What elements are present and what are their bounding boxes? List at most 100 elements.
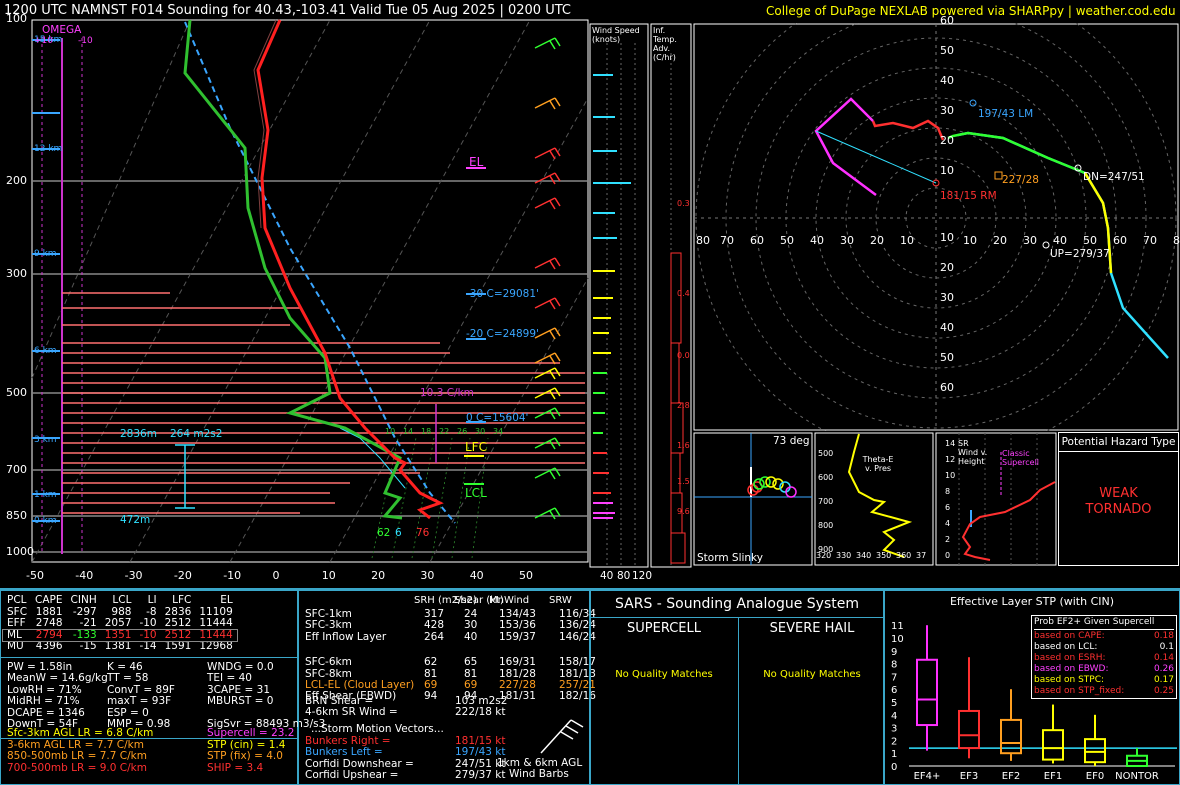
motion-title: ...Storm Motion Vectors... xyxy=(311,723,444,735)
stp-box-ef3: EF3 xyxy=(958,657,980,782)
stp-category: EF0 xyxy=(1086,771,1104,782)
pressure-tick: 300 xyxy=(6,267,27,280)
parcel-row[interactable]: MU 4396 -15 1381 -14 1591 12968 xyxy=(3,640,237,653)
adv-val-1: 0.4 xyxy=(677,289,690,298)
theta-y-tick: 800 xyxy=(818,521,834,530)
theta-title: Theta-E v. Pres xyxy=(862,455,894,473)
temp-tick: 50 xyxy=(519,569,533,582)
hodo-ring-label-top: 30 xyxy=(940,104,954,117)
theta-x-tick: 330 xyxy=(836,551,852,560)
ws-tick-40: 40 xyxy=(600,570,614,582)
skewt-panel xyxy=(31,19,589,563)
ws-tick-120: 120 xyxy=(632,570,653,582)
hodo-ring-label-top: 10 xyxy=(940,164,954,177)
kin-cell: SFC-6km xyxy=(305,656,352,669)
stp-legend-key: based on STPC: xyxy=(1034,675,1105,685)
hodo-x-tick: 50 xyxy=(1083,234,1097,247)
kin-cell: SFC-3km xyxy=(305,619,352,632)
stp-legend-key: based on STP_fixed: xyxy=(1034,686,1125,696)
bottom-panel: PCL CAPE CINH LCL LI LFC EL SFC 1881 -297 988 -8 28… xyxy=(0,588,1180,785)
sounding-title: 1200 UTC NAMNST F014 Sounding for 40.43,… xyxy=(4,3,571,18)
sars-hail: SEVERE HAIL xyxy=(769,621,855,636)
stp-legend-row: based on CAPE: 0.18 xyxy=(1034,631,1174,642)
parcel-cell: 1381 xyxy=(104,640,132,652)
kin-cell: LCL-EL (Cloud Layer) xyxy=(305,678,415,691)
motion-label: Corfidi Upshear = xyxy=(305,768,399,781)
kin-cell: 169/31 xyxy=(499,656,536,669)
adv-val-6: 9.6 xyxy=(677,507,690,516)
pressure-tick: 850 xyxy=(6,509,27,522)
stp-category: EF1 xyxy=(1044,771,1062,782)
stp-legend-row: based on STPC: 0.17 xyxy=(1034,675,1174,686)
srwind-y-tick: 6 xyxy=(945,503,951,512)
motion-value: 279/37 kt xyxy=(455,768,506,781)
pressure-tick: 500 xyxy=(6,386,27,399)
theta-x-tick: 360 xyxy=(896,551,912,560)
motion-label: Bunkers Right = xyxy=(305,735,391,747)
hodo-ring-label-bottom: 50 xyxy=(940,351,954,364)
stp-legend-val: 0.1 xyxy=(1159,642,1174,652)
index-value: PW = 1.58in xyxy=(7,660,73,673)
hodo-ring-label-bottom: 30 xyxy=(940,291,954,304)
parcel-header: PCL xyxy=(7,594,27,606)
hodo-ring-label-top: 50 xyxy=(940,44,954,57)
stp-category: NONTOR xyxy=(1115,771,1159,782)
el-label: EL xyxy=(469,155,484,169)
parcel-cell: 12968 xyxy=(199,640,233,652)
hodo-x-tick: 70 xyxy=(1143,234,1157,247)
stp-legend-row: based on LCL: 0.1 xyxy=(1034,642,1174,653)
kin-cell: 317 xyxy=(424,608,445,620)
parcel-header: LCL xyxy=(112,594,132,606)
sfc-depth-label: 472m xyxy=(120,514,151,526)
srwind-classic: Classic Supercell xyxy=(1002,449,1040,467)
index-value: TEI = 40 xyxy=(207,672,252,684)
hodo-x-tick: 60 xyxy=(1113,234,1127,247)
omega-max: +10 xyxy=(34,36,53,46)
hodo-ring-label-bottom: 60 xyxy=(940,381,954,394)
kinematics-box: SRH (m2/s2) Shear (kt) MnWind SRW SFC-1km 317… xyxy=(298,590,596,785)
hodo-lm: 197/43 LM xyxy=(978,108,1034,120)
parcel-header: CINH xyxy=(70,594,97,606)
adv-val-2: 0.0 xyxy=(677,351,690,360)
stp-box: Effective Layer STP (with CIN) 11 10 9 8 7 6 5… xyxy=(884,590,1180,785)
parcel-row[interactable]: EFF 2748 -21 2057 -10 2512 11444 xyxy=(3,617,237,630)
index-value: 3CAPE = 31 xyxy=(207,683,270,696)
lapse-label: 10.3 C/km xyxy=(420,387,474,399)
parcel-cell: EFF xyxy=(7,617,26,629)
parcel-table: PCL CAPE CINH LCL LI LFC EL SFC 1881 -297 988 -8 28… xyxy=(2,594,238,653)
kin-cell: 81 xyxy=(424,667,438,680)
parcel-cell: 2057 xyxy=(104,617,132,629)
parcel-cell: 11444 xyxy=(199,617,233,629)
parcel-cell: 4396 xyxy=(35,640,63,652)
parcel-box: PCL CAPE CINH LCL LI LFC EL SFC 1881 -297 988 -8 28… xyxy=(0,590,325,785)
mix-ratio-label: 34 xyxy=(493,427,504,436)
composite-index: STP (fix) = 4.0 xyxy=(207,750,283,762)
lapse-rate: 3-6km AGL LR = 7.7 C/km xyxy=(7,738,144,751)
pressure-tick: 100 xyxy=(6,12,27,25)
minus30-label: -30 C=29081' xyxy=(466,288,539,300)
hodo-x-tick: 30 xyxy=(840,234,854,247)
lapse-rate: Sfc-3km AGL LR = 6.8 C/km xyxy=(7,727,154,739)
hodo-ring-label-bottom: 10 xyxy=(940,231,954,244)
mix-ratio-label: 30 xyxy=(475,427,486,436)
kin-cell: 153/36 xyxy=(499,619,536,632)
hodograph-panel xyxy=(693,23,1179,431)
kin-header: MnWind xyxy=(489,595,530,606)
hodo-x-tick: 30 xyxy=(1023,234,1037,247)
stp-category: EF2 xyxy=(1002,771,1020,782)
sars-supercell: SUPERCELL xyxy=(627,621,701,636)
index-value: K = 46 xyxy=(107,660,143,673)
sars-box: SARS - Sounding Analogue System SUPERCEL… xyxy=(590,590,884,785)
theta-y-tick: 500 xyxy=(818,449,834,458)
parcel-cell: -15 xyxy=(79,640,97,652)
index-value: ConvT = 89F xyxy=(107,683,175,696)
hodo-x-tick: 60 xyxy=(750,234,764,247)
stp-legend-val: 0.14 xyxy=(1153,653,1174,663)
srwind-y-tick: 0 xyxy=(945,551,951,560)
kin-cell: SFC-1km xyxy=(305,608,352,620)
hodo-rm: 181/15 RM xyxy=(940,190,997,202)
temp-tick: -20 xyxy=(173,569,192,582)
sars-nomatch-hail: No Quality Matches xyxy=(763,669,861,680)
hodo-x-tick: 70 xyxy=(720,234,734,247)
height-label: 12 km xyxy=(34,144,63,154)
